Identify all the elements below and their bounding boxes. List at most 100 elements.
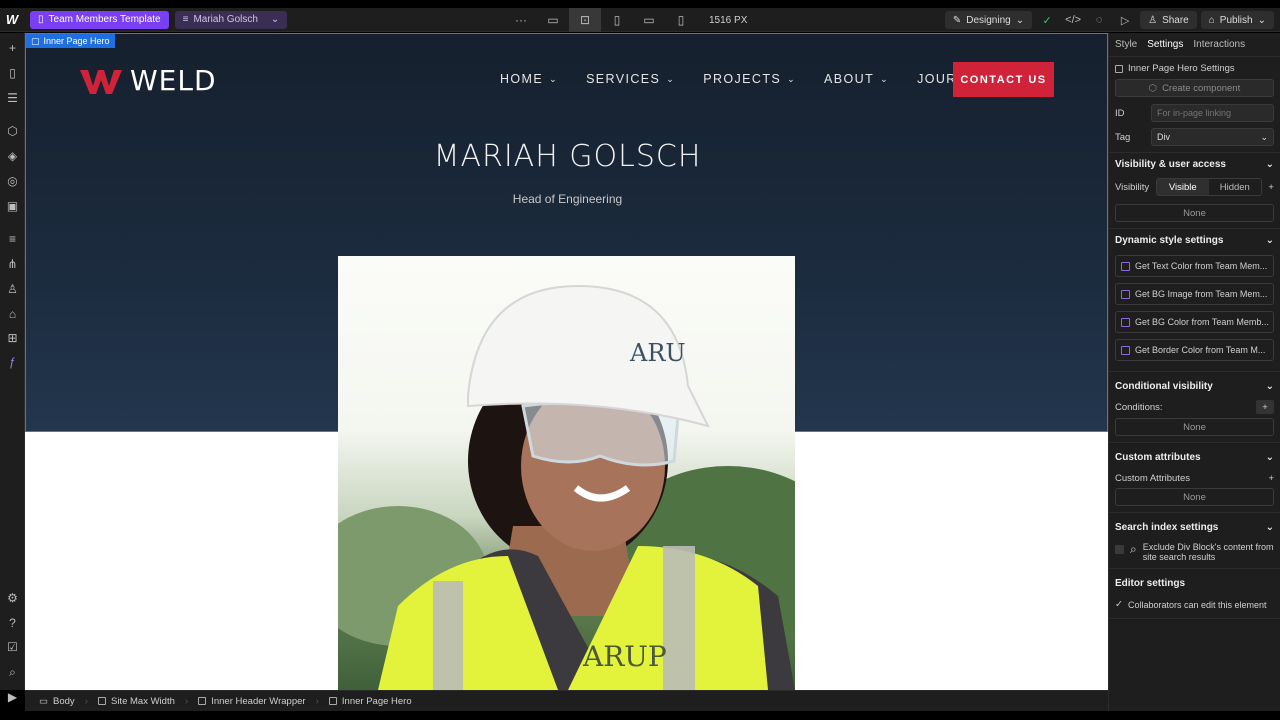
more-icon[interactable]: ··· bbox=[505, 8, 537, 32]
webflow-logo[interactable]: W bbox=[0, 8, 24, 32]
search-icon[interactable]: ⌕ bbox=[4, 664, 21, 681]
tag-select[interactable]: Div ⌄ bbox=[1151, 128, 1274, 146]
nav-services[interactable]: SERVICES ⌄ bbox=[586, 72, 675, 86]
settings-header-label: Inner Page Hero Settings bbox=[1128, 63, 1235, 74]
assets-icon[interactable]: ▣ bbox=[4, 197, 21, 214]
job-title: Head of Engineering bbox=[512, 192, 623, 206]
custom-attributes-title[interactable]: Custom attributes ⌄ bbox=[1115, 452, 1274, 463]
nav-about[interactable]: ABOUT ⌄ bbox=[824, 72, 889, 86]
custom-attributes-none: None bbox=[1115, 488, 1274, 506]
breadcrumb: ▭ Body › Site Max Width › Inner Header Wr… bbox=[25, 690, 1108, 711]
nav-about-label: ABOUT bbox=[824, 72, 875, 86]
share-button[interactable]: ♙ Share bbox=[1140, 11, 1197, 29]
editor-settings-title[interactable]: Editor settings bbox=[1115, 578, 1274, 589]
mode-dropdown[interactable]: ✎ Designing ⌄ bbox=[944, 11, 1033, 29]
editor-settings-section: Editor settings ✓ Collaborators can edit… bbox=[1109, 569, 1280, 619]
crumb-inner-header-wrapper[interactable]: Inner Header Wrapper bbox=[192, 696, 311, 707]
users-icon[interactable]: ♙ bbox=[4, 280, 21, 297]
publish-button[interactable]: ⌂ Publish ⌄ bbox=[1200, 11, 1274, 29]
dynamic-style-title[interactable]: Dynamic style settings ⌄ bbox=[1115, 235, 1274, 246]
vest-text: ARUP bbox=[582, 640, 667, 673]
visible-option[interactable]: Visible bbox=[1156, 179, 1209, 195]
hidden-option[interactable]: Hidden bbox=[1209, 179, 1261, 195]
dynamic-text-color[interactable]: Get Text Color from Team Mem... bbox=[1115, 255, 1274, 277]
check-icon[interactable]: ✓ bbox=[1115, 599, 1123, 610]
helmet-text: ARU bbox=[629, 339, 686, 367]
contact-us-button[interactable]: CONTACT US bbox=[953, 62, 1054, 97]
site-nav: HOME ⌄ SERVICES ⌄ PROJECTS ⌄ ABOUT ⌄ JOURNAL… bbox=[500, 72, 1000, 86]
conditions-label: Conditions: bbox=[1115, 401, 1163, 413]
tab-interactions[interactable]: Interactions bbox=[1193, 39, 1245, 50]
visibility-title[interactable]: Visibility & user access ⌄ bbox=[1115, 159, 1274, 170]
chevron-down-icon: ⌄ bbox=[1015, 14, 1025, 26]
base-breakpoint-icon[interactable]: ⊡ bbox=[569, 8, 601, 32]
design-canvas[interactable]: ▢ Inner Page Hero WELD HOME ⌄ SERVICES ⌄ P… bbox=[25, 33, 1108, 690]
mobile-portrait-icon[interactable]: ▯ bbox=[665, 8, 697, 32]
ecommerce-icon[interactable]: ⌂ bbox=[4, 305, 21, 322]
settings-gear-icon[interactable]: ⚙ bbox=[4, 589, 21, 606]
dynamic-text-color-label: Get Text Color from Team Mem... bbox=[1135, 261, 1268, 271]
checkbox[interactable] bbox=[1121, 289, 1130, 299]
figma-icon[interactable]: ƒ bbox=[4, 353, 21, 370]
add-condition-icon[interactable]: + bbox=[1256, 400, 1274, 414]
cms-icon[interactable]: ≡ bbox=[4, 230, 21, 247]
chevron-down-icon: ⌄ bbox=[1265, 235, 1274, 246]
crumb-separator: › bbox=[184, 695, 189, 707]
dynamic-bg-image[interactable]: Get BG Image from Team Mem... bbox=[1115, 283, 1274, 305]
left-sidebar: + ▯ ☰ ⬡ ◈ ◎ ▣ ≡ ⋔ ♙ ⌂ ⊞ ƒ ⚙ ? ☑ ⌕ ▶ bbox=[0, 33, 25, 704]
preview-play-icon[interactable]: ▷ bbox=[1114, 14, 1136, 27]
pencil-icon: ✎ bbox=[952, 14, 962, 26]
tab-style[interactable]: Style bbox=[1115, 39, 1137, 50]
checkbox[interactable] bbox=[1121, 261, 1130, 271]
audit-check-icon[interactable]: ☑ bbox=[4, 638, 21, 655]
add-attribute-icon[interactable]: + bbox=[1268, 473, 1274, 484]
page-selector[interactable]: ▯ Team Members Template bbox=[30, 10, 169, 29]
create-component-button[interactable]: ⬡ Create component bbox=[1115, 79, 1274, 97]
dynamic-bg-image-label: Get BG Image from Team Mem... bbox=[1135, 289, 1268, 299]
weld-logo-mark bbox=[80, 69, 122, 94]
id-input[interactable] bbox=[1151, 104, 1274, 122]
custom-attributes-title-label: Custom attributes bbox=[1115, 452, 1201, 463]
crumb-site-max-width[interactable]: Site Max Width bbox=[92, 696, 181, 707]
add-icon[interactable]: + bbox=[4, 39, 21, 56]
pages-icon[interactable]: ▯ bbox=[4, 64, 21, 81]
crumb-inner-page-hero[interactable]: Inner Page Hero bbox=[323, 696, 418, 707]
conditional-visibility-title[interactable]: Conditional visibility ⌄ bbox=[1115, 381, 1274, 392]
navigator-icon[interactable]: ☰ bbox=[4, 89, 21, 106]
dynamic-border-color[interactable]: Get Border Color from Team M... bbox=[1115, 339, 1274, 361]
logic-icon[interactable]: ⋔ bbox=[4, 255, 21, 272]
tablet-breakpoint-icon[interactable]: ▯ bbox=[601, 8, 633, 32]
page-selector-label: Team Members Template bbox=[48, 14, 161, 25]
team-member-photo[interactable]: ARU ARUP bbox=[338, 256, 795, 690]
checkbox[interactable] bbox=[1121, 345, 1130, 355]
video-icon[interactable]: ▶ bbox=[4, 688, 21, 705]
exclude-checkbox[interactable] bbox=[1115, 545, 1124, 554]
checkbox[interactable] bbox=[1121, 317, 1130, 327]
chevron-down-icon: ⌄ bbox=[1257, 14, 1266, 26]
code-icon[interactable]: </> bbox=[1062, 14, 1084, 26]
nav-home[interactable]: HOME ⌄ bbox=[500, 72, 558, 86]
search-exclude-label: Exclude Div Block's content from site se… bbox=[1142, 542, 1274, 562]
site-logo[interactable]: WELD bbox=[80, 64, 217, 97]
help-icon[interactable]: ? bbox=[4, 614, 21, 631]
comment-icon[interactable]: ◌ bbox=[1088, 14, 1110, 26]
chevron-down-icon: ⌄ bbox=[1265, 381, 1274, 392]
id-label: ID bbox=[1115, 107, 1125, 119]
dynamic-bg-color[interactable]: Get BG Color from Team Memb... bbox=[1115, 311, 1274, 333]
mobile-landscape-icon[interactable]: ▭ bbox=[633, 8, 665, 32]
search-index-title[interactable]: Search index settings ⌄ bbox=[1115, 522, 1274, 533]
libraries-icon[interactable]: ◈ bbox=[4, 147, 21, 164]
cms-item-selector[interactable]: ≡ Mariah Golsch ⌄ bbox=[174, 10, 288, 29]
check-circle-icon[interactable]: ✓ bbox=[1036, 14, 1058, 27]
publish-label: Publish bbox=[1219, 14, 1253, 26]
crumb-body[interactable]: ▭ Body bbox=[33, 696, 81, 707]
desktop-breakpoint-icon[interactable]: ▭ bbox=[537, 8, 569, 32]
tab-settings[interactable]: Settings bbox=[1147, 39, 1183, 50]
variables-icon[interactable]: ◎ bbox=[4, 172, 21, 189]
nav-projects[interactable]: PROJECTS ⌄ bbox=[703, 72, 796, 86]
search-index-title-label: Search index settings bbox=[1115, 522, 1219, 533]
mode-label: Designing bbox=[966, 14, 1011, 26]
add-icon[interactable]: + bbox=[1268, 182, 1274, 193]
apps-icon[interactable]: ⊞ bbox=[4, 329, 21, 346]
components-icon[interactable]: ⬡ bbox=[4, 122, 21, 139]
